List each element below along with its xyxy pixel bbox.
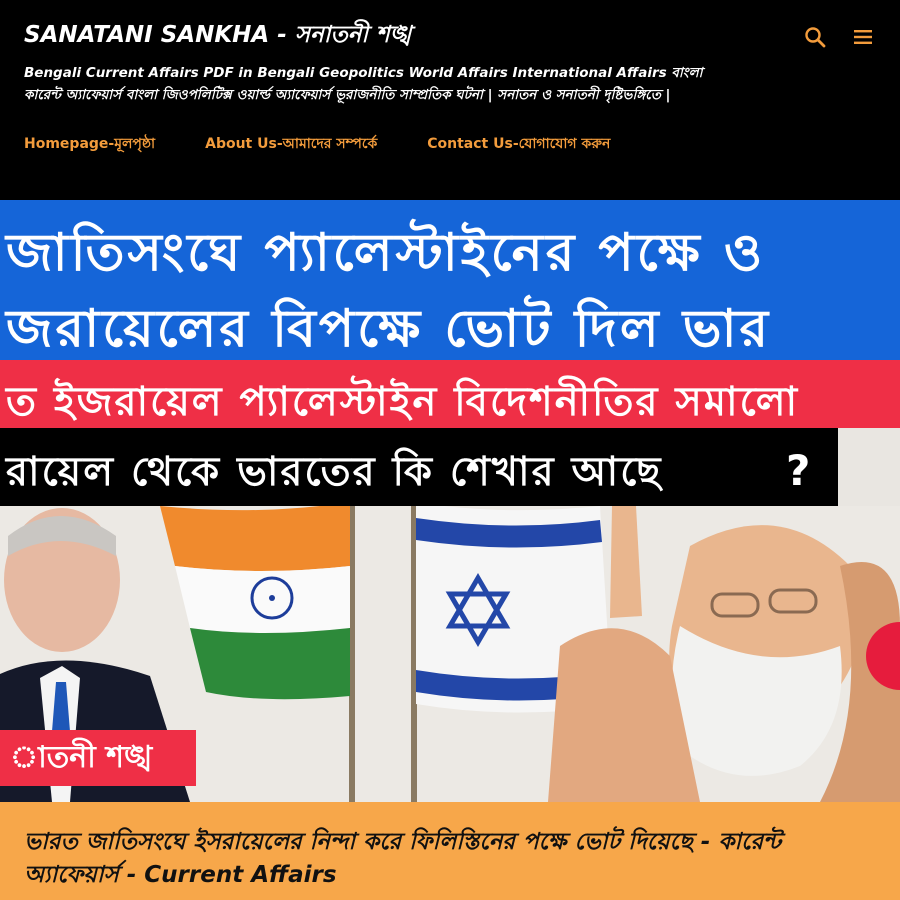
headline-line-4: রায়েল থেকে ভারতের কি শেখার আছে xyxy=(6,449,663,495)
main-nav: Homepage-মূলপৃষ্ঠা About Us-আমাদের সম্পর… xyxy=(24,132,610,156)
question-mark: ? xyxy=(786,446,811,495)
hamburger-menu-icon[interactable] xyxy=(848,22,878,52)
site-header: SANATANI SANKHA - সনাতনী শঙ্খ Bengali Cu… xyxy=(0,0,900,200)
featured-image[interactable]: জাতিসংঘে প্যালেস্টাইনের পক্ষে ও জরায়েলে… xyxy=(0,200,900,802)
headline-band-blue: জাতিসংঘে প্যালেস্টাইনের পক্ষে ও জরায়েলে… xyxy=(0,200,900,360)
search-icon[interactable] xyxy=(800,22,830,52)
headline-line-2: জরায়েলের বিপক্ষে ভোট দিল ভার xyxy=(6,299,772,359)
nav-item-homepage[interactable]: Homepage-মূলপৃষ্ঠা xyxy=(24,132,155,156)
page: SANATANI SANKHA - সনাতনী শঙ্খ Bengali Cu… xyxy=(0,0,900,900)
brand-tag: াতনী শঙ্খ xyxy=(0,730,196,786)
site-title[interactable]: SANATANI SANKHA - সনাতনী শঙ্খ xyxy=(24,18,411,52)
post-title-bar: ভারত জাতিসংঘে ইসরায়েলের নিন্দা করে ফিলি… xyxy=(0,802,900,900)
post-title[interactable]: ভারত জাতিসংঘে ইসরায়েলের নিন্দা করে ফিলি… xyxy=(24,826,876,892)
headline-band-red: ত ইজরায়েল প্যালেস্টাইন বিদেশনীতির সমালো xyxy=(0,360,900,428)
headline-line-3: ত ইজরায়েল প্যালেস্টাইন বিদেশনীতির সমালো xyxy=(6,379,800,425)
nav-item-about-us[interactable]: About Us-আমাদের সম্পর্কে xyxy=(205,132,377,156)
site-description: Bengali Current Affairs PDF in Bengali G… xyxy=(24,65,703,103)
headline-band-black: রায়েল থেকে ভারতের কি শেখার আছে xyxy=(0,428,838,506)
headline-line-1: জাতিসংঘে প্যালেস্টাইনের পক্ষে ও xyxy=(6,223,766,283)
nav-item-contact-us[interactable]: Contact Us-যোগাযোগ করুন xyxy=(427,132,610,156)
